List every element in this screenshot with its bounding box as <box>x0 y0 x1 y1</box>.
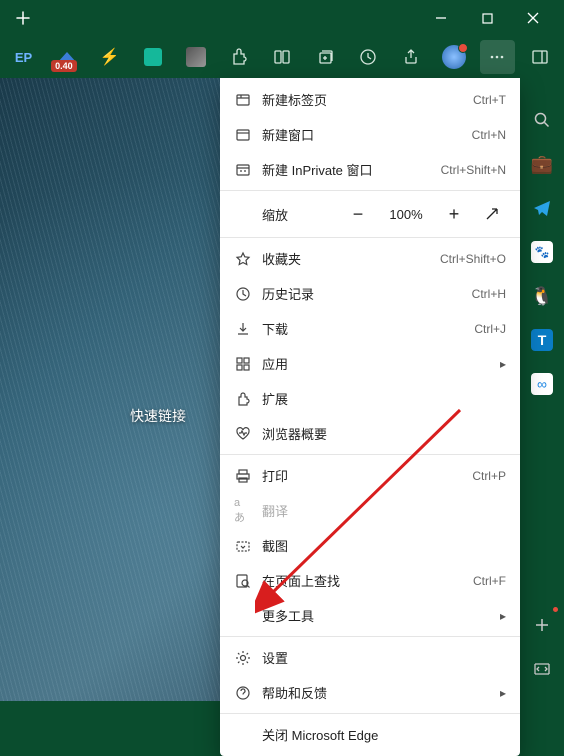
sidebar-telegram-icon[interactable] <box>528 194 556 222</box>
window-controls <box>418 2 556 34</box>
quick-links-label: 快速链接 <box>130 406 186 426</box>
menu-new-tab[interactable]: 新建标签页 Ctrl+T <box>220 82 520 117</box>
split-screen-icon[interactable] <box>264 40 299 74</box>
sidebar-briefcase-icon[interactable]: 💼 <box>528 150 556 178</box>
share-icon[interactable] <box>394 40 429 74</box>
sidebar-app2-icon[interactable]: ∞ <box>528 370 556 398</box>
chevron-right-icon: ▸ <box>500 609 506 623</box>
new-window-icon <box>234 126 252 144</box>
print-icon <box>234 467 252 485</box>
menu-help[interactable]: 帮助和反馈 ▸ <box>220 675 520 710</box>
collections-icon[interactable] <box>308 40 343 74</box>
settings-menu: 新建标签页 Ctrl+T 新建窗口 Ctrl+N 新建 InPrivate 窗口… <box>220 78 520 756</box>
menu-zoom: 缩放 − 100% + <box>220 194 520 234</box>
gear-icon <box>234 649 252 667</box>
fullscreen-button[interactable] <box>478 200 506 228</box>
menu-separator <box>220 190 520 191</box>
history-toolbar-icon[interactable] <box>351 40 386 74</box>
menu-separator <box>220 237 520 238</box>
ext-avatar-icon[interactable] <box>178 40 213 74</box>
apps-icon <box>234 355 252 373</box>
close-button[interactable] <box>510 2 556 34</box>
heart-pulse-icon <box>234 425 252 443</box>
sidebar-toggle-icon[interactable] <box>523 40 558 74</box>
menu-history[interactable]: 历史记录 Ctrl+H <box>220 276 520 311</box>
chevron-right-icon: ▸ <box>500 686 506 700</box>
sidebar-search-icon[interactable] <box>528 106 556 134</box>
translate-icon: a あ <box>234 502 252 520</box>
menu-print[interactable]: 打印 Ctrl+P <box>220 458 520 493</box>
inprivate-icon <box>234 161 252 179</box>
menu-separator <box>220 636 520 637</box>
badge: 0.40 <box>51 60 77 72</box>
menu-close-edge[interactable]: 关闭 Microsoft Edge <box>220 717 520 752</box>
ext-ep-icon[interactable]: EP <box>6 40 41 74</box>
screenshot-icon <box>234 537 252 555</box>
sidebar-qq-icon[interactable]: 🐧 <box>528 282 556 310</box>
chevron-right-icon: ▸ <box>500 357 506 371</box>
avatar <box>442 45 466 69</box>
help-icon <box>234 684 252 702</box>
extensions-icon[interactable] <box>221 40 256 74</box>
menu-screenshot[interactable]: 截图 <box>220 528 520 563</box>
menu-more-tools[interactable]: 更多工具 ▸ <box>220 598 520 633</box>
menu-settings[interactable]: 设置 <box>220 640 520 675</box>
menu-apps[interactable]: 应用 ▸ <box>220 346 520 381</box>
new-tab-icon <box>234 91 252 109</box>
sidebar-add-icon[interactable] <box>528 611 556 639</box>
menu-separator <box>220 454 520 455</box>
zoom-in-button[interactable]: + <box>440 200 468 228</box>
extension-icon <box>234 390 252 408</box>
profile-avatar[interactable] <box>437 40 472 74</box>
titlebar <box>0 0 564 36</box>
new-tab-button[interactable] <box>8 3 38 33</box>
menu-translate: a あ 翻译 <box>220 493 520 528</box>
zoom-value: 100% <box>382 207 430 222</box>
ext-square-icon[interactable] <box>135 40 170 74</box>
download-icon <box>234 320 252 338</box>
toolbar: EP 0.40 ⚡ <box>0 36 564 78</box>
menu-extensions[interactable]: 扩展 <box>220 381 520 416</box>
sidebar-collapse-icon[interactable] <box>528 655 556 683</box>
ext-badge-icon[interactable]: 0.40 <box>49 40 84 74</box>
more-menu-button[interactable] <box>480 40 515 74</box>
menu-find[interactable]: 在页面上查找 Ctrl+F <box>220 563 520 598</box>
menu-new-inprivate[interactable]: 新建 InPrivate 窗口 Ctrl+Shift+N <box>220 152 520 187</box>
sidebar-app1-icon[interactable]: T <box>528 326 556 354</box>
maximize-button[interactable] <box>464 2 510 34</box>
sidebar-baidu-icon[interactable]: 🐾 <box>528 238 556 266</box>
find-icon <box>234 572 252 590</box>
menu-new-window[interactable]: 新建窗口 Ctrl+N <box>220 117 520 152</box>
menu-downloads[interactable]: 下载 Ctrl+J <box>220 311 520 346</box>
history-icon <box>234 285 252 303</box>
menu-favorites[interactable]: 收藏夹 Ctrl+Shift+O <box>220 241 520 276</box>
minimize-button[interactable] <box>418 2 464 34</box>
favorites-icon <box>234 250 252 268</box>
ext-bolt-icon[interactable]: ⚡ <box>92 40 127 74</box>
menu-separator <box>220 713 520 714</box>
sidebar: 💼 🐾 🐧 T ∞ <box>520 78 564 701</box>
menu-browser-essentials[interactable]: 浏览器概要 <box>220 416 520 451</box>
zoom-out-button[interactable]: − <box>344 200 372 228</box>
